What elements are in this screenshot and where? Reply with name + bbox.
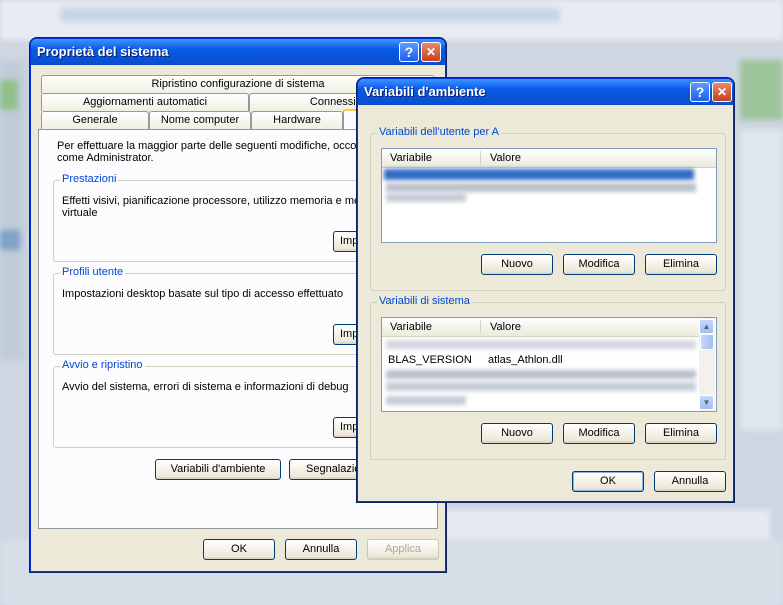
user-profiles-legend: Profili utente [60, 266, 126, 278]
intro-text-line1: Per effettuare la maggior parte delle se… [57, 140, 370, 152]
user-delete-button[interactable]: Elimina [645, 254, 717, 275]
blurred-row[interactable] [386, 340, 696, 349]
system-variables-legend: Variabili di sistema [377, 295, 472, 307]
system-list-header: Variabile Valore [382, 318, 700, 337]
performance-description-line1: Effetti visivi, pianificazione processor… [62, 195, 376, 207]
tab-general[interactable]: Generale [41, 111, 149, 129]
col-variable-header[interactable]: Variabile [390, 152, 432, 164]
blurred-row[interactable] [386, 382, 696, 391]
environment-variables-titlebar[interactable]: Variabili d'ambiente ? ✕ [358, 79, 733, 105]
system-row-value[interactable]: atlas_Athlon.dll [488, 354, 563, 366]
blurred-row[interactable] [386, 396, 466, 405]
user-variables-legend: Variabili dell'utente per A [377, 126, 501, 138]
blurred-row[interactable] [386, 183, 696, 192]
env-help-button[interactable]: ? [690, 82, 710, 102]
user-profiles-description: Impostazioni desktop basate sul tipo di … [62, 288, 344, 300]
startup-recovery-description: Avvio del sistema, errori di sistema e i… [62, 381, 349, 393]
user-edit-button[interactable]: Modifica [563, 254, 635, 275]
performance-description-line2: virtuale [62, 207, 98, 219]
ok-button[interactable]: OK [203, 539, 275, 560]
col-variable-header[interactable]: Variabile [390, 321, 432, 333]
window-title: Proprietà del sistema [37, 44, 169, 59]
system-list-scrollbar[interactable]: ▲ ▼ [699, 318, 715, 411]
system-properties-titlebar[interactable]: Proprietà del sistema ? ✕ [31, 39, 445, 65]
env-window-title: Variabili d'ambiente [364, 84, 486, 99]
blurred-row[interactable] [386, 193, 466, 202]
blurred-row[interactable] [386, 370, 696, 379]
cancel-button[interactable]: Annulla [285, 539, 357, 560]
scroll-up-icon[interactable]: ▲ [699, 319, 714, 334]
system-edit-button[interactable]: Modifica [563, 423, 635, 444]
system-row-variable[interactable]: BLAS_VERSION [388, 354, 472, 366]
help-button[interactable]: ? [399, 42, 419, 62]
env-cancel-button[interactable]: Annulla [654, 471, 726, 492]
col-value-header[interactable]: Valore [490, 152, 521, 164]
tab-automatic-updates[interactable]: Aggiornamenti automatici [41, 93, 249, 111]
scroll-down-icon[interactable]: ▼ [699, 395, 714, 410]
user-variables-list[interactable]: Variabile Valore [381, 148, 717, 243]
user-list-header: Variabile Valore [382, 149, 716, 168]
environment-variables-window: Variabili d'ambiente ? ✕ Variabili dell'… [357, 78, 734, 502]
system-variables-list[interactable]: Variabile Valore BLAS_VERSION atlas_Athl… [381, 317, 717, 412]
selected-row[interactable] [384, 169, 694, 180]
apply-button[interactable]: Applica [367, 539, 439, 560]
env-ok-button[interactable]: OK [572, 471, 644, 492]
startup-recovery-legend: Avvio e ripristino [60, 359, 145, 371]
system-variables-group: Variabili di sistema Variabile Valore BL… [370, 295, 726, 460]
intro-text-line2: come Administrator. [57, 152, 154, 164]
system-delete-button[interactable]: Elimina [645, 423, 717, 444]
tab-computer-name[interactable]: Nome computer [149, 111, 251, 129]
col-value-header[interactable]: Valore [490, 321, 521, 333]
environment-variables-button[interactable]: Variabili d'ambiente [155, 459, 281, 480]
performance-legend: Prestazioni [60, 173, 119, 185]
close-button[interactable]: ✕ [421, 42, 441, 62]
scroll-thumb[interactable] [700, 334, 714, 350]
env-close-button[interactable]: ✕ [712, 82, 732, 102]
system-new-button[interactable]: Nuovo [481, 423, 553, 444]
user-new-button[interactable]: Nuovo [481, 254, 553, 275]
tab-hardware[interactable]: Hardware [251, 111, 343, 129]
user-variables-group: Variabili dell'utente per A Variabile Va… [370, 126, 726, 291]
